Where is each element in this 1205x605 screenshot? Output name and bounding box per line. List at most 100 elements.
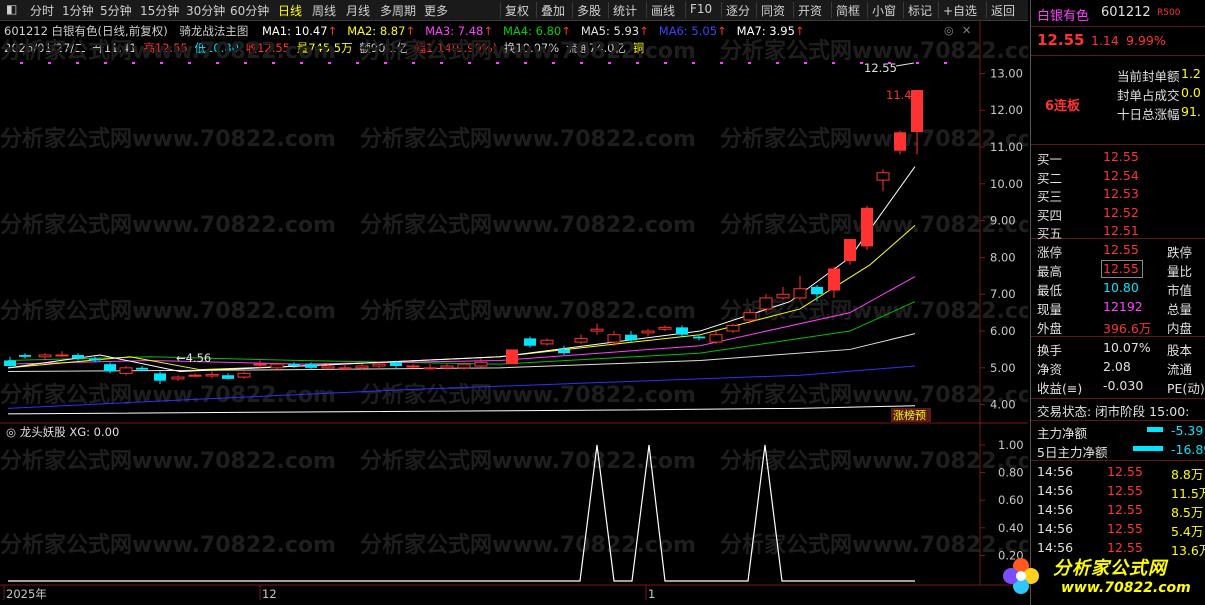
signal-dot [272, 62, 275, 64]
fund-row-cell: 流通 [1167, 362, 1193, 377]
candle-body[interactable] [104, 364, 116, 372]
candle-body[interactable] [676, 327, 688, 335]
candle-body[interactable] [119, 367, 133, 374]
tick-row-cell: 12.55 [1107, 540, 1143, 555]
sub-chart-title: ◎ 龙头妖股 XG: 0.00 [6, 425, 119, 439]
candle-body[interactable] [237, 372, 251, 378]
candle-body[interactable] [894, 132, 906, 151]
quote-row-cell: 涨停 [1037, 245, 1063, 260]
tick-row-cell: 8.5万 [1171, 505, 1204, 520]
candle-body[interactable] [876, 172, 890, 181]
tick-row: 14:56 12.55 8.8万 [1031, 463, 1205, 482]
candle-body[interactable] [222, 375, 234, 379]
signal-dot [832, 62, 835, 64]
tick-row-cell: 14:56 [1037, 540, 1074, 555]
candle-body[interactable] [423, 367, 437, 370]
candle-body[interactable] [440, 365, 454, 369]
candle-body[interactable] [540, 339, 554, 345]
candle-body[interactable] [625, 334, 637, 341]
candle-body[interactable] [355, 365, 369, 369]
bid-row-cell: 12.55 [1103, 149, 1139, 164]
bid-row-cell: 买五 [1037, 226, 1063, 241]
signal-dot [776, 62, 779, 64]
quote-row-cell: 最低 [1037, 283, 1063, 298]
sub-tick-label: 0.40 [998, 521, 1024, 535]
candle-body[interactable] [726, 325, 740, 332]
signal-dot [720, 62, 723, 64]
candle-body[interactable] [171, 376, 185, 380]
quote-stock-code: 601212 [1101, 5, 1151, 20]
stat-row-cell: 封单占成交 [1117, 88, 1180, 103]
fund-row-cell: 换手 [1037, 343, 1063, 358]
quote-row: 涨停 12.55 跌停 [1031, 241, 1205, 260]
candle-body[interactable] [776, 293, 790, 299]
sub-tick-label: 1.00 [998, 438, 1024, 452]
candle-body[interactable] [474, 361, 488, 367]
fund-row-cell: 10.07% [1103, 340, 1151, 355]
candle-body[interactable] [205, 373, 219, 377]
signal-dot [692, 62, 695, 64]
watermark-text: 分析家公式网www.70822.com [360, 38, 696, 64]
candle-body[interactable] [558, 349, 570, 354]
quote-header-divider [1031, 26, 1205, 27]
tick-row-cell: 13.6万 [1171, 543, 1205, 558]
candle-body[interactable] [658, 326, 672, 330]
candle-body[interactable] [524, 338, 536, 346]
candle-body[interactable] [55, 354, 69, 357]
signal-dot [412, 62, 415, 64]
fund-row-cell: 股本 [1167, 343, 1193, 358]
stat-row-cell: 91. [1181, 104, 1201, 119]
flow-row-cell: 主力净额 [1037, 426, 1088, 441]
candle-body[interactable] [270, 363, 284, 369]
candle-body[interactable] [305, 364, 317, 368]
flower-logo-icon [1003, 558, 1039, 594]
candle-body[interactable] [793, 288, 807, 299]
candle-body[interactable] [457, 363, 471, 369]
candle-body[interactable] [693, 336, 705, 339]
candle-body[interactable] [590, 328, 604, 332]
candle-body[interactable] [19, 354, 31, 357]
candle-body[interactable] [506, 349, 518, 365]
candle-body[interactable] [89, 358, 101, 361]
candle-body[interactable] [372, 363, 386, 367]
candle-body[interactable] [828, 268, 840, 291]
candle-body[interactable] [321, 365, 335, 369]
candle-body[interactable] [38, 354, 52, 358]
candle-body[interactable] [607, 334, 621, 343]
candle-body[interactable] [574, 337, 588, 343]
candle-body[interactable] [253, 363, 267, 366]
tick-row: 14:56 12.55 13.6万 [1031, 539, 1205, 558]
candle-body[interactable] [743, 312, 757, 321]
candle-body[interactable] [188, 374, 202, 377]
candle-body[interactable] [759, 297, 773, 310]
candle-body[interactable] [136, 367, 148, 370]
candle-body[interactable] [338, 367, 352, 370]
watermark-text: 分析家公式网www.70822.com [0, 532, 336, 558]
circle-toggle-icon[interactable]: ◎ [944, 24, 954, 37]
price-tick-label: 10.00 [990, 177, 1023, 191]
candle-body[interactable] [709, 334, 723, 343]
watermark-text: 分析家公式网www.70822.com [720, 212, 1028, 238]
tick-row: 14:56 12.55 11.5万 [1031, 482, 1205, 501]
signal-dot [328, 62, 331, 64]
candle-body[interactable] [406, 365, 420, 368]
price-tick-label: 13.00 [990, 66, 1023, 80]
candle-body[interactable] [288, 364, 300, 366]
high-price-label: 12.55 [864, 61, 897, 75]
candle-body[interactable] [811, 286, 823, 295]
candle-body[interactable] [4, 360, 16, 366]
time-tick-label: 2025年 [6, 587, 47, 601]
candle-body[interactable] [641, 330, 655, 334]
candle-body[interactable] [390, 362, 402, 366]
flow-bar [1147, 427, 1163, 432]
quote-row-cell: 量比 [1167, 264, 1193, 279]
candle-body[interactable] [72, 354, 84, 359]
candle-body[interactable] [844, 239, 856, 262]
quote-row: 现量 12192 总量 [1031, 298, 1205, 317]
quote-row: 最低 10.80 市值 [1031, 279, 1205, 298]
kline-chart[interactable]: 分析家公式网www.70822.com 分析家公式网www.70822.com 分析… [0, 0, 1028, 605]
candle-body[interactable] [861, 207, 873, 247]
close-icon[interactable]: ✕ [962, 24, 971, 37]
candle-body[interactable] [154, 373, 166, 381]
watermark-text: 分析家公式网www.70822.com [360, 532, 696, 558]
